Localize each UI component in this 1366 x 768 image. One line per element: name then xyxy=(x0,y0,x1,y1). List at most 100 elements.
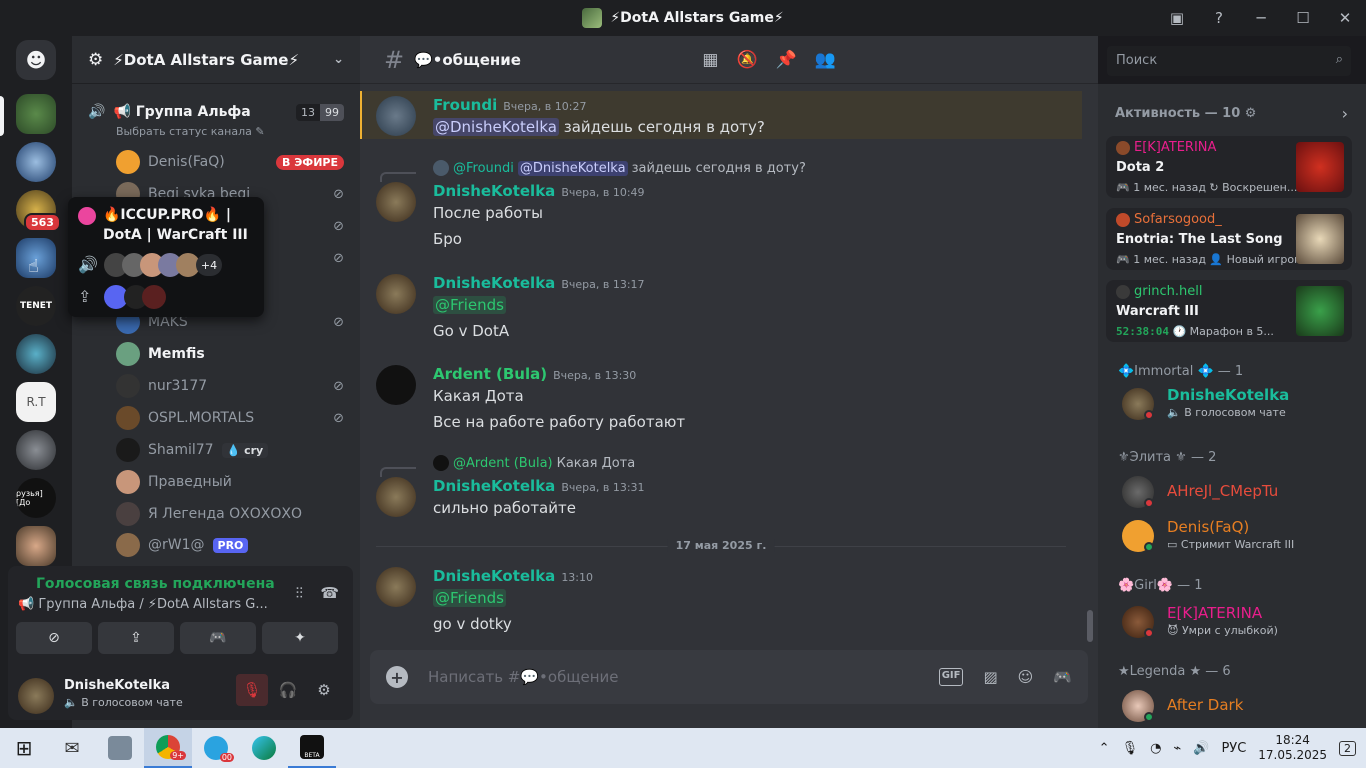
voice-member[interactable]: Праведный xyxy=(116,469,344,495)
taskbar-chrome[interactable]: 9+ xyxy=(144,728,192,768)
server-rt[interactable]: R.T xyxy=(16,382,56,422)
server-knight[interactable] xyxy=(16,430,56,470)
taskbar-telegram[interactable]: 00 xyxy=(192,728,240,768)
apps-icon[interactable]: 🎮 xyxy=(1053,668,1072,686)
voice-member[interactable]: nur3177 ⊘ xyxy=(116,373,344,399)
threads-icon[interactable]: ▦ xyxy=(702,50,718,70)
avatar[interactable] xyxy=(376,182,416,222)
server-face[interactable] xyxy=(16,526,56,566)
maximize-icon[interactable]: ☐ xyxy=(1282,9,1324,27)
reply-text: Какая Дота xyxy=(556,455,636,471)
message-author[interactable]: Froundi Вчера, в 10:27 xyxy=(433,96,586,114)
notification-center-button[interactable]: 2 xyxy=(1339,740,1356,756)
activity-button[interactable]: 🎮 xyxy=(180,622,256,654)
channel-name: 💬•общение xyxy=(414,50,521,69)
settings-icon[interactable]: ⚙ xyxy=(308,674,340,706)
role-header: 💠Immortal 💠 — 1 xyxy=(1118,364,1244,379)
clock[interactable]: 18:24 17.05.2025 xyxy=(1258,733,1327,763)
mute-icon[interactable]: 🎙 xyxy=(236,674,268,706)
channel-status[interactable]: Выбрать статус канала ✎ xyxy=(116,125,265,138)
server-dota[interactable] xyxy=(16,94,56,134)
minimize-icon[interactable]: ─ xyxy=(1240,9,1282,27)
server-blue[interactable] xyxy=(16,142,56,182)
author-name: DnisheKotelka xyxy=(433,477,556,495)
avatar[interactable] xyxy=(376,567,416,607)
network-icon[interactable]: ⌁ xyxy=(1173,741,1181,756)
avatar[interactable] xyxy=(376,365,416,405)
soundboard-icon[interactable]: ⫶⫶ xyxy=(295,584,303,602)
search-input[interactable]: Поиск ⌕ xyxy=(1107,46,1351,76)
taskbar-calculator[interactable] xyxy=(96,728,144,768)
language-indicator[interactable]: РУС xyxy=(1221,741,1246,756)
voice-member[interactable]: Denis(FaQ) В ЭФИРЕ xyxy=(116,149,344,175)
headphones-icon[interactable]: 🎧 xyxy=(272,674,304,706)
member-row[interactable]: Denis(FaQ) ▭ Стримит Warcraft III xyxy=(1122,516,1352,556)
soundboard-button[interactable]: ✦ xyxy=(262,622,338,654)
member-row[interactable]: E[K]ATERINA 😈 Умри с улыбкой) xyxy=(1122,602,1352,642)
volume-icon[interactable]: 🔊 xyxy=(1193,741,1209,756)
server-tenet-label: TENET xyxy=(19,301,53,311)
reply-preview[interactable]: @Froundi @DnisheKotelka зайдешь сегодня … xyxy=(433,160,806,176)
mention[interactable]: @DnisheKotelka xyxy=(433,118,559,136)
role-mention[interactable]: @Friends xyxy=(433,296,506,314)
camera-off-button[interactable]: ⊘ xyxy=(16,622,92,654)
add-attachment-icon[interactable]: + xyxy=(386,666,408,688)
avatar[interactable] xyxy=(376,96,416,136)
author-name: DnisheKotelka xyxy=(433,182,556,200)
voice-member[interactable]: @rW1@ PRO xyxy=(116,532,344,558)
emoji-icon[interactable]: ☺ xyxy=(1018,668,1034,686)
microphone-icon[interactable]: 🎙 xyxy=(1122,741,1139,756)
chevron-up-icon[interactable]: ⌃ xyxy=(1099,741,1110,756)
activity-card[interactable]: grinch.hell Warcraft III 52:38:04 🕐 Мара… xyxy=(1106,280,1352,342)
help-icon[interactable]: ? xyxy=(1198,9,1240,27)
voice-member[interactable]: Я Легенда ОХОХОХО xyxy=(116,501,344,527)
member-row[interactable]: AHreJl_CMepTu xyxy=(1122,472,1352,512)
member-name: @rW1@ xyxy=(148,537,205,553)
voice-member[interactable]: Memfis xyxy=(116,341,344,367)
reply-preview[interactable]: @Ardent (Bula) Какая Дота xyxy=(433,455,635,471)
reply-author: @Froundi xyxy=(453,160,514,176)
server-dragon[interactable] xyxy=(16,334,56,374)
notifications-off-icon[interactable]: 🔕 xyxy=(736,50,757,70)
message-author[interactable]: Ardent (Bula) Вчера, в 13:30 xyxy=(433,365,636,383)
author-name: DnisheKotelka xyxy=(433,567,556,585)
disconnect-icon[interactable]: ☎ xyxy=(320,584,339,602)
message-author[interactable]: DnisheKotelka Вчера, в 13:31 xyxy=(433,477,645,495)
voice-member[interactable]: Shamil77 💧 cry xyxy=(116,437,344,463)
inbox-icon[interactable]: ▣ xyxy=(1156,9,1198,27)
role-mention[interactable]: @Friends xyxy=(433,589,506,607)
activity-header[interactable]: Активность — 10 ⚙ xyxy=(1115,106,1256,121)
clock-date: 17.05.2025 xyxy=(1258,748,1327,762)
close-icon[interactable]: ✕ xyxy=(1324,9,1366,27)
member-row[interactable]: After Dark xyxy=(1122,686,1352,726)
gif-icon[interactable]: GIF xyxy=(938,668,964,686)
voice-channel-path[interactable]: 📢 Группа Альфа / ⚡DotA Allstars G... xyxy=(18,597,268,612)
wifi-icon[interactable]: ◔ xyxy=(1150,741,1161,756)
avatar[interactable] xyxy=(18,678,54,714)
taskbar-edge[interactable] xyxy=(240,728,288,768)
sticker-icon[interactable]: ▨ xyxy=(983,668,997,686)
taskbar-mail[interactable]: ✉ xyxy=(48,728,96,768)
scrollbar[interactable] xyxy=(1087,610,1093,642)
avatar[interactable] xyxy=(376,477,416,517)
avatar[interactable] xyxy=(376,274,416,314)
home-button[interactable]: ☻ xyxy=(16,40,56,80)
message-author[interactable]: DnisheKotelka Вчера, в 10:49 xyxy=(433,182,645,200)
message-composer[interactable]: + Написать #💬•общение GIF ▨ ☺ 🎮 xyxy=(370,650,1088,704)
screen-share-button[interactable]: ⇪ xyxy=(98,622,174,654)
server-friends[interactable]: рузья][До xyxy=(16,478,56,518)
start-button[interactable]: ⊞ xyxy=(0,728,48,768)
chat-area: # 💬•общение ▦ 🔕 📌 👥 Froundi Вчера, в 10:2… xyxy=(360,36,1098,728)
member-row[interactable]: DnisheKotelka 🔈 В голосовом чате xyxy=(1122,384,1352,424)
chevron-right-icon[interactable]: › xyxy=(1342,104,1348,123)
pin-icon[interactable]: 📌 xyxy=(776,50,797,70)
message-author[interactable]: DnisheKotelka 13:10 xyxy=(433,567,593,585)
taskbar-discord[interactable]: BETA xyxy=(288,728,336,768)
server-header[interactable]: ⚙ ⚡DotA Allstars Game⚡ ⌄ xyxy=(72,36,360,84)
server-tenet[interactable]: TENET xyxy=(16,286,56,326)
members-icon[interactable]: 👥 xyxy=(815,50,836,70)
message-author[interactable]: DnisheKotelka Вчера, в 13:17 xyxy=(433,274,645,292)
voice-member[interactable]: OSPL.MORTALS ⊘ xyxy=(116,405,344,431)
activity-card[interactable]: E[K]ATERINA Dota 2 🎮 1 мес. назад ↻ Воск… xyxy=(1106,136,1352,198)
activity-card[interactable]: Sofarsogood_ Enotria: The Last Song 🎮 1 … xyxy=(1106,208,1352,270)
